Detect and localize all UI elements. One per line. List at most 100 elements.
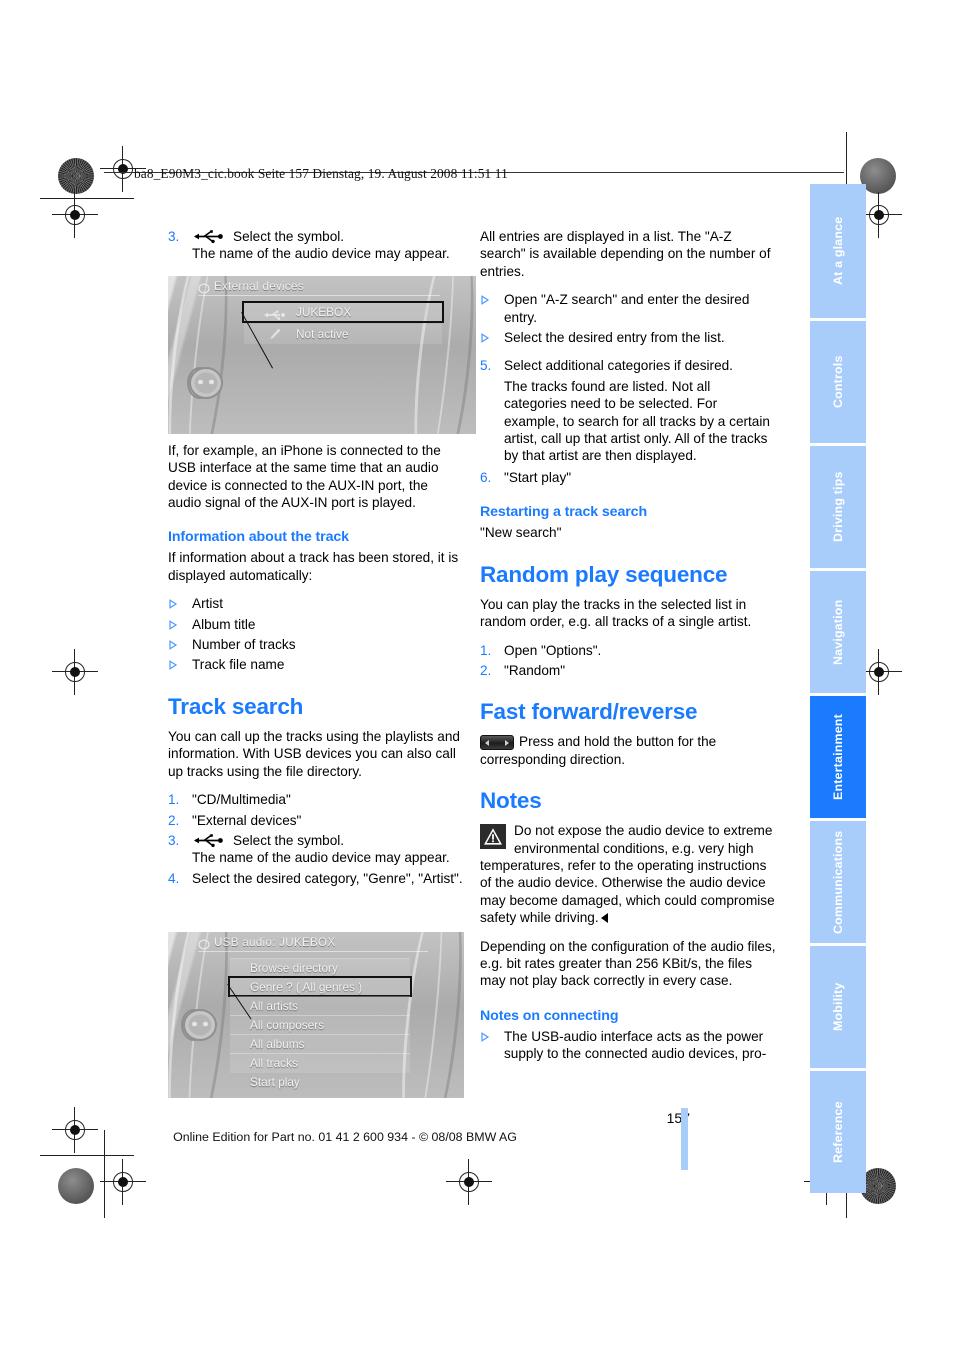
registration-mark-right-upper [856, 192, 902, 238]
heading-notes-on-connecting: Notes on connecting [480, 1007, 619, 1024]
track-search-step-list: 1. "CD/Multimedia" 2. "External devices"… [168, 791, 464, 887]
warning-text: Do not expose the audio device to extrem… [480, 823, 775, 926]
tab-entertainment[interactable]: Entertainment [810, 696, 866, 818]
az-search-bullet-list: Open "A-Z search" and enter the desired … [480, 291, 776, 346]
step-text: Select the symbol. [233, 832, 345, 848]
triangle-bullet-icon [168, 656, 192, 673]
tab-label: Mobility [831, 982, 845, 1032]
screen-row-label[interactable]: All tracks [250, 1056, 298, 1070]
list-item: 2. "External devices" [168, 812, 464, 829]
triangle-bullet-icon [168, 616, 192, 633]
triangle-bullet-icon [480, 291, 504, 326]
list-item: Album title [168, 616, 464, 633]
tab-communications[interactable]: Communications [810, 821, 866, 943]
random-step-list: 1. Open "Options". 2. "Random" [480, 642, 776, 680]
usb-icon [264, 307, 286, 325]
list-item: 3. Select the symbol. The name of the au… [168, 832, 464, 867]
screenshot-usb-audio-jukebox: USB audio: JUKEBOX Browse directory Genr… [168, 932, 464, 1098]
halftone-target-top-left [58, 158, 94, 194]
footer-text: Online Edition for Part no. 01 41 2 600 … [173, 1130, 517, 1144]
registration-mark-left-lower [52, 649, 98, 695]
section-tab-rail: At a glance Controls Driving tips Naviga… [810, 184, 866, 1196]
cd-multimedia-icon [198, 281, 210, 294]
tab-navigation[interactable]: Navigation [810, 571, 866, 693]
step-body: Select the symbol. The name of the audio… [192, 228, 464, 263]
list-item: 6. "Start play" [480, 469, 776, 486]
screen-row-label: Not active [296, 327, 349, 341]
step-text: "Start play" [504, 469, 572, 485]
step-subtext: The name of the audio device may appear. [192, 850, 450, 866]
list-item: 3. Select the symbol. The name of the au… [168, 228, 464, 263]
tab-label: Driving tips [831, 471, 845, 543]
list-item: Number of tracks [168, 636, 464, 653]
info-track-bullet-list: Artist Album title Number of tracks Trac… [168, 595, 464, 674]
screen-title: External devices [214, 280, 304, 293]
registration-mark-left-upper [52, 192, 98, 238]
idrive-controller-icon[interactable] [174, 1000, 226, 1050]
triangle-bullet-icon [480, 1028, 504, 1063]
step-number: 1. [480, 642, 492, 658]
heading-fast-forward-reverse: Fast forward/reverse [480, 699, 698, 725]
tab-label: Entertainment [831, 714, 845, 800]
paragraph-bitrate: Depending on the configuration of the au… [480, 938, 776, 989]
tab-mobility[interactable]: Mobility [810, 946, 866, 1068]
screenshot-external-devices: External devices JUKEBOX Not active [168, 276, 476, 434]
registration-mark-right-lower [856, 649, 902, 695]
paragraph-restarting: "New search" [480, 525, 562, 541]
tab-at-a-glance[interactable]: At a glance [810, 184, 866, 318]
list-item: Select the desired entry from the list. [480, 329, 776, 346]
step-number: 3. [168, 229, 180, 244]
bullet-text: Open "A-Z search" and enter the desired … [504, 292, 750, 325]
step-number: 3. [168, 832, 180, 848]
screen-row-label[interactable]: Start play [250, 1075, 300, 1089]
step-number: 1. [168, 792, 180, 808]
screen-row-label[interactable]: Browse directory [250, 961, 338, 975]
aux-plug-icon [268, 327, 282, 346]
screen-row-label[interactable]: All composers [250, 1018, 324, 1032]
step-number: 2. [480, 662, 492, 678]
step-text: Select additional categories if desired. [504, 358, 733, 374]
list-item: 5. Select additional categories if desir… [480, 357, 776, 374]
bullet-text: The USB-audio interface acts as the powe… [504, 1028, 767, 1062]
tab-label: Controls [831, 355, 845, 409]
usb-icon [192, 833, 226, 848]
tab-controls[interactable]: Controls [810, 321, 866, 443]
tab-driving-tips[interactable]: Driving tips [810, 446, 866, 568]
usb-icon [192, 229, 226, 244]
step-5-continuation: The tracks found are listed. Not all cat… [504, 378, 770, 464]
fast-forward-reverse-button-icon[interactable] [480, 735, 514, 751]
bullet-text: Select the desired entry from the list. [504, 330, 725, 346]
step-number: 5. [480, 358, 492, 374]
right-column: All entries are displayed in a list. The… [480, 228, 776, 1074]
tab-reference[interactable]: Reference [810, 1071, 866, 1193]
connecting-bullet-list: The USB-audio interface acts as the powe… [480, 1028, 776, 1063]
registration-mark-bottom-center [446, 1159, 492, 1205]
step-text: "CD/Multimedia" [192, 792, 291, 808]
fast-forward-text: Press and hold the button for the corres… [480, 734, 717, 767]
heading-notes: Notes [480, 788, 542, 814]
heading-information-about-the-track: Information about the track [168, 529, 349, 546]
list-item: 4. Select the desired category, "Genre",… [168, 870, 464, 887]
paragraph-track-search: You can call up the tracks using the pla… [168, 728, 460, 779]
list-item: The USB-audio interface acts as the powe… [480, 1028, 776, 1063]
screen-row-label[interactable]: All albums [250, 1037, 304, 1051]
step-text: "External devices" [192, 812, 302, 828]
paragraph-iphone: If, for example, an iPhone is connected … [168, 442, 441, 511]
heading-track-search: Track search [168, 693, 304, 719]
paragraph-all-entries: All entries are displayed in a list. The… [480, 229, 771, 279]
footer-accent-bar [681, 1108, 688, 1170]
triangle-bullet-icon [480, 329, 504, 346]
paragraph-fast-forward: Press and hold the button for the corres… [480, 733, 776, 768]
end-of-note-marker-icon [600, 913, 608, 924]
list-item: 2. "Random" [480, 662, 776, 679]
tab-label: At a glance [831, 216, 845, 286]
step-number: 4. [168, 870, 180, 886]
screen-row-label[interactable]: All artists [250, 999, 298, 1013]
screen-row-label[interactable]: Genre ? ( All genres ) [250, 980, 362, 994]
list-item: Artist [168, 595, 464, 612]
halftone-target-bottom-left [58, 1168, 94, 1204]
idrive-controller-icon[interactable] [180, 358, 232, 408]
step-body: Select additional categories if desired. [504, 357, 776, 374]
paragraph-warning: Do not expose the audio device to extrem… [480, 822, 776, 926]
step-text: Select the symbol. [233, 229, 345, 244]
